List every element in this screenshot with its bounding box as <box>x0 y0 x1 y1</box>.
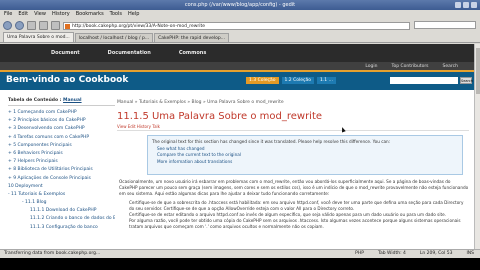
maximize-icon[interactable] <box>463 2 469 8</box>
sidebar-item[interactable]: 10 Deployment <box>8 183 115 191</box>
home-icon[interactable] <box>51 21 60 30</box>
reload-icon[interactable] <box>27 21 36 30</box>
tab-width-indicator[interactable]: Tab Width: 4 <box>378 250 406 258</box>
navigation-toolbar: http://book.cakephp.org/pt/view/33/A-Not… <box>0 19 480 32</box>
sidebar-item[interactable]: 11.1.2 Criando o banco de dados do Blog <box>8 215 115 223</box>
insert-mode: INS <box>466 251 474 256</box>
sidebar-item[interactable]: - 11 Tutoriais & Exemplos <box>8 191 115 199</box>
menu-bookmarks[interactable]: Bookmarks <box>76 10 104 19</box>
browser-search-input[interactable] <box>414 21 476 29</box>
intro-paragraph: Ocasionalmente, um novo usuário irá esba… <box>119 179 469 196</box>
sidebar-item[interactable]: + 1 Começando com CakePHP <box>8 109 115 117</box>
web-page: Document Documentation Commons Login Top… <box>0 44 480 249</box>
sidebar-item[interactable]: + 5 Componentes Principais <box>8 142 115 150</box>
toc-label: Tabela de Conteúdo : <box>8 98 62 103</box>
nav-commons[interactable]: Commons <box>166 50 220 56</box>
notice-option[interactable]: More information about translations <box>152 159 458 166</box>
login-link[interactable]: Login <box>365 64 377 69</box>
menu-edit[interactable]: Edit <box>18 10 28 19</box>
nav-documentation[interactable]: Documentation <box>95 50 164 56</box>
collection-switcher: 1.3 Coleção 1.2 Coleção 1.1 ... <box>246 77 336 84</box>
language-indicator[interactable]: PHP <box>355 250 364 258</box>
tab-strip: Uma Palavra Sobre o mod... localhost / l… <box>0 32 480 43</box>
site-search-button[interactable]: Search <box>460 77 473 84</box>
tips-list: Certifique-se de que a sobrescrita do .h… <box>117 200 469 230</box>
collection-1-3[interactable]: 1.3 Coleção <box>246 77 279 84</box>
sidebar-item[interactable]: + 4 Tarefas comuns com o CakePHP <box>8 134 115 142</box>
back-icon[interactable] <box>3 21 12 30</box>
toc-manual-link[interactable]: Manual <box>63 98 82 103</box>
breadcrumb[interactable]: Manual » Tutoriais & Exemplos » Blog » U… <box>117 98 469 107</box>
status-text: Transferring data from book.cakephp.org.… <box>4 251 101 256</box>
tab-localhost[interactable]: localhost / localhost / blog / p... <box>74 33 154 42</box>
toc-title: Tabela de Conteúdo : Manual <box>8 98 115 106</box>
window-title: cons.php (/var/www/blog/app/config) - ge… <box>184 2 296 8</box>
browser-window: cons.php (/var/www/blog/app/config) - ge… <box>0 0 480 258</box>
menu-help[interactable]: Help <box>128 10 139 19</box>
toc-sidebar: Tabela de Conteúdo : Manual + 1 Começand… <box>8 98 115 249</box>
minimize-icon[interactable] <box>455 2 461 8</box>
site-search-input[interactable] <box>390 77 458 84</box>
vertical-scrollbar[interactable] <box>474 44 480 249</box>
menubar: File Edit View History Bookmarks Tools H… <box>0 10 480 19</box>
menu-file[interactable]: File <box>4 10 12 19</box>
url-text: http://book.cakephp.org/pt/view/33/A-Not… <box>72 23 206 29</box>
page-title: 11.1.5 Uma Palavra Sobre o mod_rewrite <box>117 111 323 122</box>
editor-status: PHP Tab Width: 4 Ln 209, Col 53 INS <box>355 250 474 258</box>
letterbox-bar <box>0 258 480 270</box>
main-content: Manual » Tutoriais & Exemplos » Blog » U… <box>117 98 469 249</box>
forward-icon[interactable] <box>15 21 24 30</box>
sidebar-item[interactable]: + 8 Biblioteca de Utilitários Principais <box>8 166 115 174</box>
window-controls <box>455 2 477 8</box>
page-actions[interactable]: View Edit History Talk <box>117 124 469 131</box>
top-contributors-link[interactable]: Top Contributors <box>391 64 428 69</box>
sidebar-item[interactable]: 11.1.1 Download do CakePHP <box>8 207 115 215</box>
close-icon[interactable] <box>471 2 477 8</box>
site-sub-bar: Login Top Contributors Search <box>0 62 480 72</box>
sidebar-item[interactable]: + 9 Aplicações de Console Principais <box>8 175 115 183</box>
menu-tools[interactable]: Tools <box>110 10 122 19</box>
sidebar-item[interactable]: + 7 Helpers Principais <box>8 158 115 166</box>
url-bar[interactable]: http://book.cakephp.org/pt/view/33/A-Not… <box>63 21 410 30</box>
cursor-position: Ln 209, Col 53 <box>419 251 453 256</box>
search-link[interactable]: Search <box>443 64 458 69</box>
menu-view[interactable]: View <box>34 10 46 19</box>
stop-icon[interactable] <box>39 21 48 30</box>
menu-history[interactable]: History <box>52 10 70 19</box>
tab-mod-rewrite[interactable]: Uma Palavra Sobre o mod... <box>3 32 74 42</box>
screen: cons.php (/var/www/blog/app/config) - ge… <box>0 0 480 270</box>
sidebar-item[interactable]: + 2 Princípios básicos do CakePHP <box>8 117 115 125</box>
scrollbar-thumb[interactable] <box>476 48 480 94</box>
cookbook-brand[interactable]: Bem-vindo ao Cookbook <box>6 75 128 85</box>
collection-1-1[interactable]: 1.1 ... <box>317 77 336 84</box>
site-top-nav: Document Documentation Commons <box>0 44 480 62</box>
sidebar-item[interactable]: - 11.1 Blog <box>8 199 115 207</box>
sidebar-item[interactable]: + 3 Desenvolvendo com CakePHP <box>8 125 115 133</box>
list-item: Por alguma razão, você pode ter obtido u… <box>129 218 461 229</box>
window-titlebar: cons.php (/var/www/blog/app/config) - ge… <box>0 0 480 10</box>
translation-notice: The original text for this section has c… <box>147 135 463 175</box>
site-favicon-icon <box>65 23 70 29</box>
tab-cakephp[interactable]: CakePHP: the rapid develop... <box>154 33 230 42</box>
list-item: Certifique-se de que a sobrescrita do .h… <box>129 200 464 211</box>
sidebar-item[interactable]: + 6 Behaviors Principais <box>8 150 115 158</box>
collection-1-2[interactable]: 1.2 Coleção <box>281 77 314 84</box>
nav-document[interactable]: Document <box>38 50 93 56</box>
site-banner: Bem-vindo ao Cookbook 1.3 Coleção 1.2 Co… <box>0 72 480 90</box>
status-bar: Transferring data from book.cakephp.org.… <box>0 249 480 258</box>
sidebar-item[interactable]: 11.1.3 Configuração do banco <box>8 224 115 232</box>
